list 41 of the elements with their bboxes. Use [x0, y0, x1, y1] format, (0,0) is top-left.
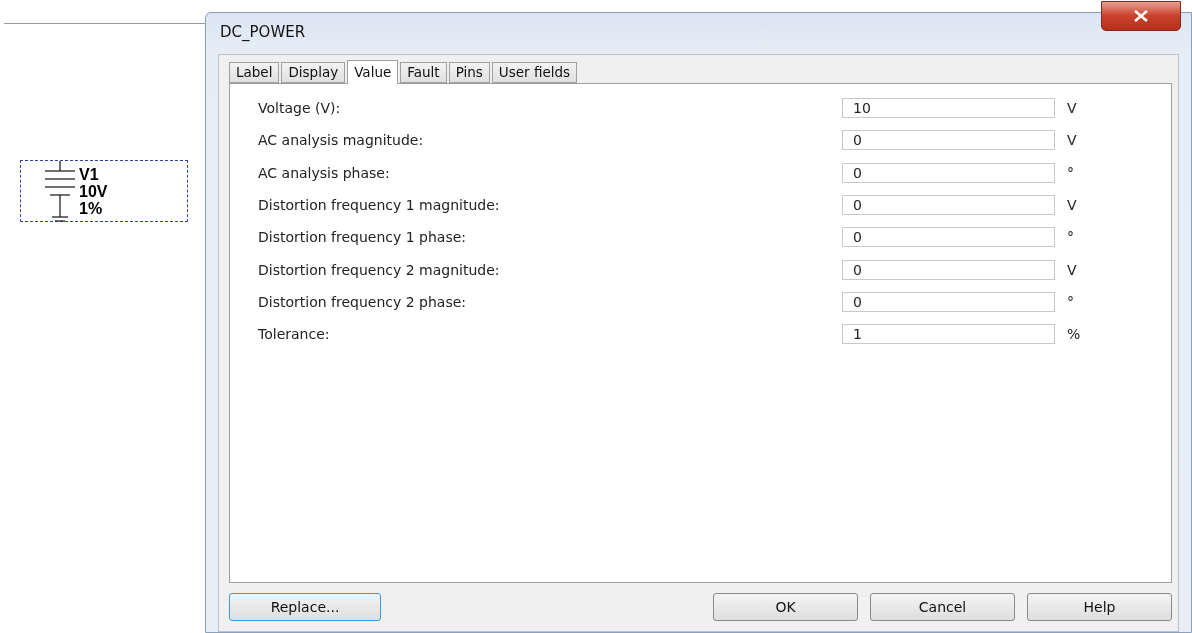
input-field[interactable]: 0: [842, 194, 1055, 215]
field-label: Distortion frequency 2 magnitude:: [258, 261, 501, 278]
close-icon: [1133, 10, 1149, 22]
unit-label: °: [1067, 229, 1074, 246]
close-button[interactable]: [1101, 1, 1181, 31]
component-selection-box[interactable]: V1 10V 1%: [20, 160, 188, 222]
field-label: Distortion frequency 2 phase:: [258, 293, 468, 310]
tab[interactable]: Fault: [400, 61, 447, 83]
tab[interactable]: User fields: [491, 61, 578, 83]
field-label: AC analysis phase:: [258, 164, 391, 181]
tab[interactable]: Pins: [448, 61, 490, 83]
tab[interactable]: Label: [229, 61, 280, 83]
unit-label: V: [1067, 132, 1077, 149]
component-label: 1%: [79, 199, 104, 217]
window-title: DC_POWER: [220, 22, 306, 41]
unit-label: V: [1067, 100, 1077, 117]
dialog-button[interactable]: Help: [1027, 593, 1172, 622]
tab[interactable]: Value: [347, 59, 399, 84]
input-field[interactable]: 0: [842, 259, 1055, 280]
replace-button[interactable]: Replace...: [229, 593, 381, 622]
input-field[interactable]: 0: [842, 130, 1055, 151]
component-label: 10V: [79, 182, 108, 200]
field-label: Tolerance:: [258, 326, 331, 343]
input-field[interactable]: 0: [842, 291, 1055, 312]
unit-label: V: [1067, 196, 1077, 213]
unit-label: °: [1067, 293, 1074, 310]
tab[interactable]: Display: [281, 61, 346, 83]
input-field[interactable]: 0: [842, 227, 1055, 248]
dialog-button[interactable]: Cancel: [870, 593, 1015, 622]
unit-label: %: [1067, 326, 1081, 343]
input-field[interactable]: 1: [842, 324, 1055, 345]
unit-label: °: [1067, 164, 1074, 181]
component-label: V1: [79, 165, 100, 183]
unit-label: V: [1067, 261, 1077, 278]
input-field[interactable]: 0: [842, 162, 1055, 183]
field-label: AC analysis magnitude:: [258, 132, 425, 149]
input-field[interactable]: 10: [842, 98, 1055, 119]
field-label: Voltage (V):: [258, 100, 342, 117]
field-label: Distortion frequency 1 phase:: [258, 229, 468, 246]
field-label: Distortion frequency 1 magnitude:: [258, 196, 501, 213]
dialog-button[interactable]: OK: [713, 593, 858, 622]
